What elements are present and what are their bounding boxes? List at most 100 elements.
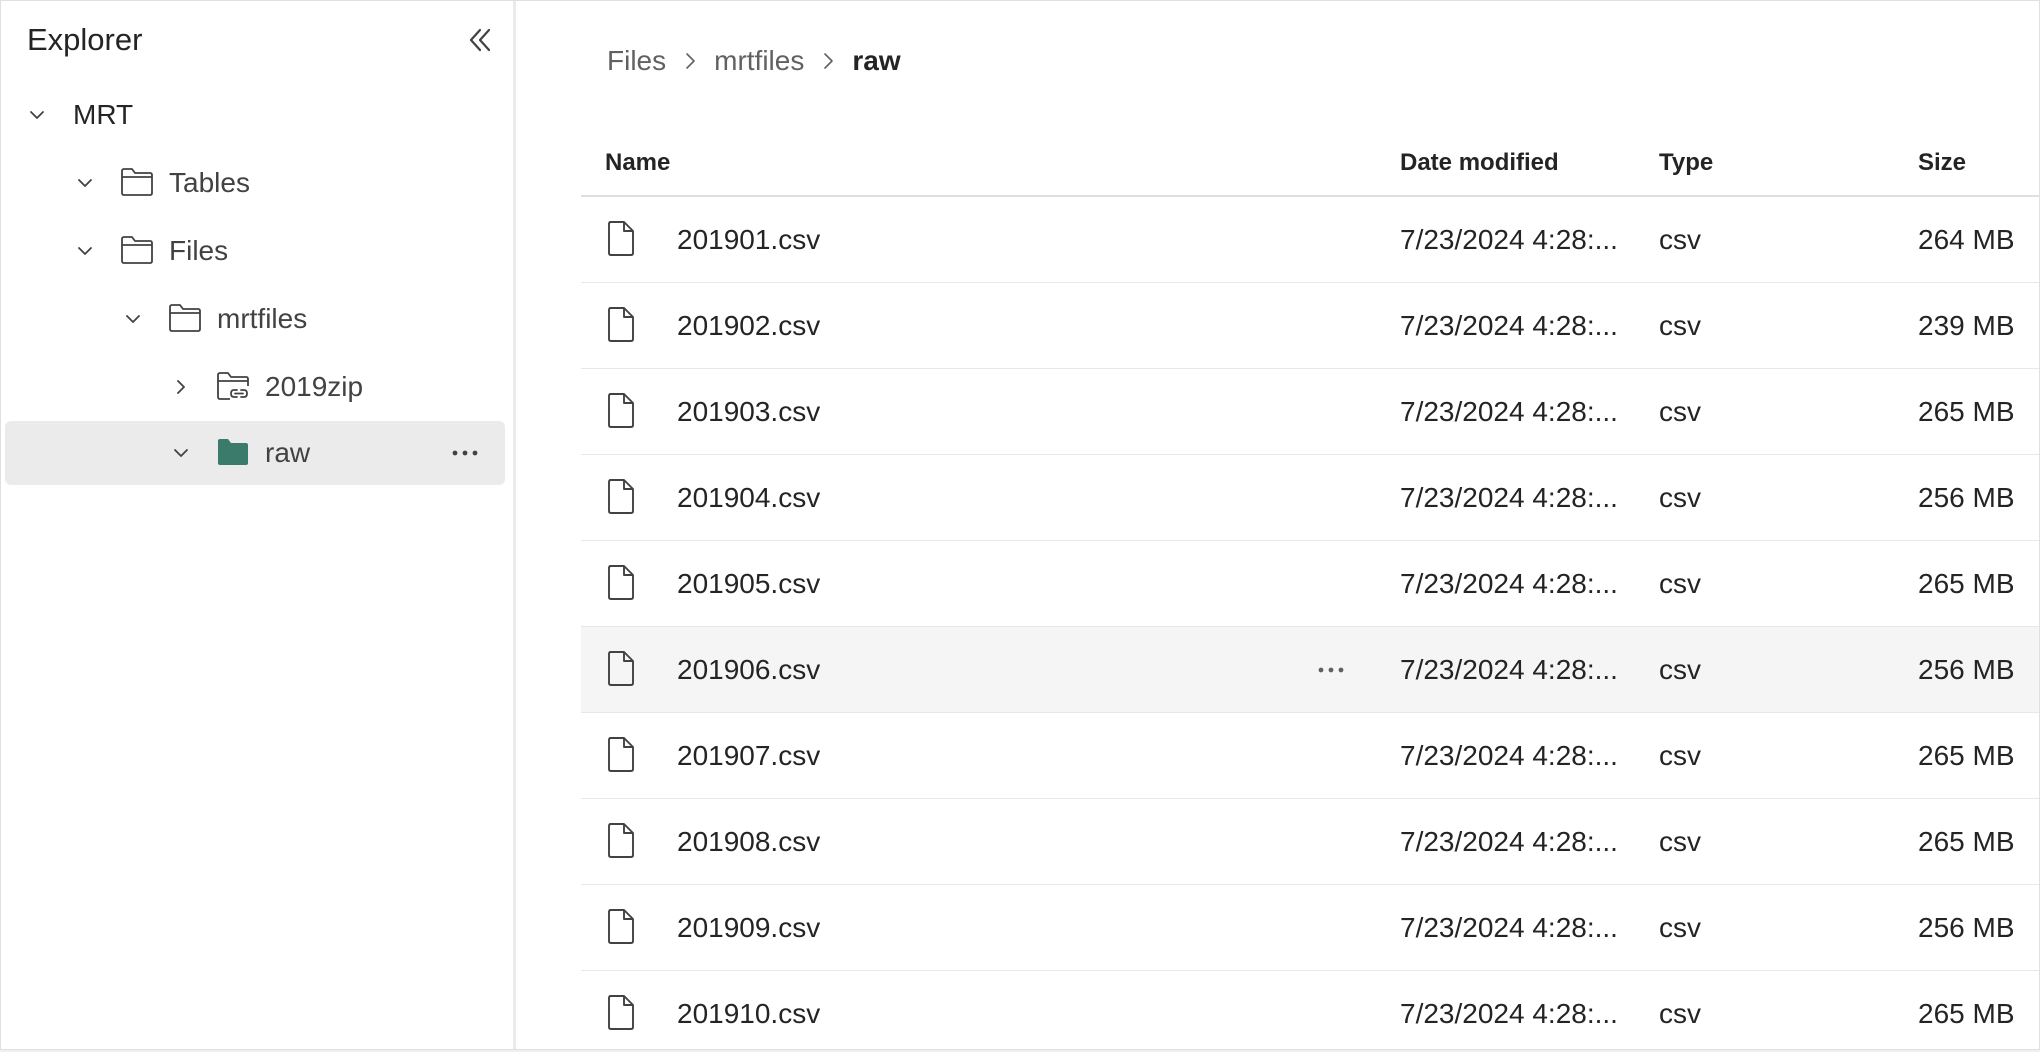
tree-label: MRT [73,99,134,130]
document-icon [608,909,634,944]
date-modified: 7/23/2024 4:28:... [1400,654,1618,685]
more-horizontal-icon [1318,667,1344,673]
table-row[interactable]: 201904.csv 7/23/2024 4:28:... csv 256 MB [581,455,2039,541]
chevron-down-icon[interactable] [27,105,47,125]
more-options-button[interactable] [447,437,483,469]
document-icon [608,737,634,772]
document-icon [608,393,634,428]
tree-item-raw[interactable]: raw [5,421,505,485]
tree-label: 2019zip [265,371,364,402]
file-size: 256 MB [1918,912,2015,943]
explorer-sidebar: Explorer MRT Tables Files mrtfiles 2019z… [1,1,516,1049]
date-modified: 7/23/2024 4:28:... [1400,396,1618,427]
file-size: 265 MB [1918,396,2015,427]
tree-label: Files [169,235,229,266]
document-icon [608,823,634,858]
breadcrumb-mrtfiles[interactable]: mrtfiles [714,45,804,77]
file-type: csv [1659,568,1701,599]
column-header-type[interactable]: Type [1659,137,1713,189]
file-size: 265 MB [1918,998,2015,1029]
file-name: 201910.csv [677,998,821,1029]
table-row[interactable]: 201906.csv 7/23/2024 4:28:... csv 256 MB [581,627,2039,713]
sidebar-header: Explorer [27,19,497,61]
table-row[interactable]: 201909.csv 7/23/2024 4:28:... csv 256 MB [581,885,2039,971]
column-header-size[interactable]: Size [1918,137,1966,189]
folder-icon [121,168,153,196]
date-modified: 7/23/2024 4:28:... [1400,912,1618,943]
file-type: csv [1659,912,1701,943]
file-type: csv [1659,740,1701,771]
tree-label: mrtfiles [217,303,308,334]
collapse-sidebar-button[interactable] [463,23,497,57]
file-size: 265 MB [1918,826,2015,857]
date-modified: 7/23/2024 4:28:... [1400,998,1618,1029]
date-modified: 7/23/2024 4:28:... [1400,740,1618,771]
document-icon [608,995,634,1030]
file-type: csv [1659,224,1701,255]
document-icon [608,307,634,342]
file-type: csv [1659,310,1701,341]
tree-item-mrt[interactable]: MRT [5,83,505,147]
column-header-date-modified[interactable]: Date modified [1400,137,1620,189]
table-row[interactable]: 201905.csv 7/23/2024 4:28:... csv 265 MB [581,541,2039,627]
more-horizontal-icon [452,450,478,456]
file-type: csv [1659,998,1701,1029]
more-options-button[interactable] [1311,653,1351,687]
document-icon [608,221,634,256]
file-name: 201904.csv [677,482,821,513]
chevron-right-icon [666,37,714,85]
table-row[interactable]: 201902.csv 7/23/2024 4:28:... csv 239 MB [581,283,2039,369]
table-row[interactable]: 201907.csv 7/23/2024 4:28:... csv 265 MB [581,713,2039,799]
breadcrumb-files[interactable]: Files [607,45,666,77]
explorer-title: Explorer [27,22,143,57]
date-modified: 7/23/2024 4:28:... [1400,568,1618,599]
tree-label: Tables [169,167,250,198]
file-type: csv [1659,396,1701,427]
document-icon [608,651,634,686]
table-header: Name Date modified Type Size [581,137,2039,197]
main-content: Files mrtfiles raw Name Date modified Ty… [516,1,2039,1049]
file-size: 239 MB [1918,310,2015,341]
chevron-down-icon[interactable] [171,443,191,463]
column-header-name[interactable]: Name [605,137,670,189]
document-icon [608,565,634,600]
chevron-down-icon[interactable] [75,241,95,261]
chevron-right-icon[interactable] [171,377,191,397]
file-name: 201902.csv [677,310,821,341]
file-size: 256 MB [1918,482,2015,513]
file-name: 201906.csv [677,654,821,685]
chevron-down-icon[interactable] [75,173,95,193]
folder-filled-icon [218,439,248,465]
tree-item-tables[interactable]: Tables [5,151,505,215]
file-name: 201901.csv [677,224,821,255]
table-row[interactable]: 201910.csv 7/23/2024 4:28:... csv 265 MB [581,971,2039,1049]
table-row[interactable]: 201903.csv 7/23/2024 4:28:... csv 265 MB [581,369,2039,455]
file-size: 264 MB [1918,224,2015,255]
chevron-right-icon [804,37,852,85]
file-name: 201903.csv [677,396,821,427]
file-name: 201909.csv [677,912,821,943]
chevron-down-icon[interactable] [123,309,143,329]
table-row[interactable]: 201901.csv 7/23/2024 4:28:... csv 264 MB [581,197,2039,283]
file-table: Name Date modified Type Size 201901.csv 7… [581,137,2039,1049]
tree-item-mrtfiles[interactable]: mrtfiles [5,287,505,351]
folder-link-icon [217,372,249,400]
folder-icon [121,236,153,264]
breadcrumb: Files mrtfiles raw [607,37,901,85]
table-row[interactable]: 201908.csv 7/23/2024 4:28:... csv 265 MB [581,799,2039,885]
file-type: csv [1659,654,1701,685]
document-icon [608,479,634,514]
tree-label: raw [265,437,311,468]
file-name: 201907.csv [677,740,821,771]
double-chevron-left-icon [469,28,491,52]
date-modified: 7/23/2024 4:28:... [1400,826,1618,857]
date-modified: 7/23/2024 4:28:... [1400,310,1618,341]
date-modified: 7/23/2024 4:28:... [1400,482,1618,513]
tree-item-files[interactable]: Files [5,219,505,283]
file-name: 201905.csv [677,568,821,599]
table-body: 201901.csv 7/23/2024 4:28:... csv 264 MB 201… [581,197,2039,1049]
file-type: csv [1659,482,1701,513]
tree-item-2019zip[interactable]: 2019zip [5,355,505,419]
folder-icon [169,304,201,332]
breadcrumb-raw: raw [852,45,901,76]
